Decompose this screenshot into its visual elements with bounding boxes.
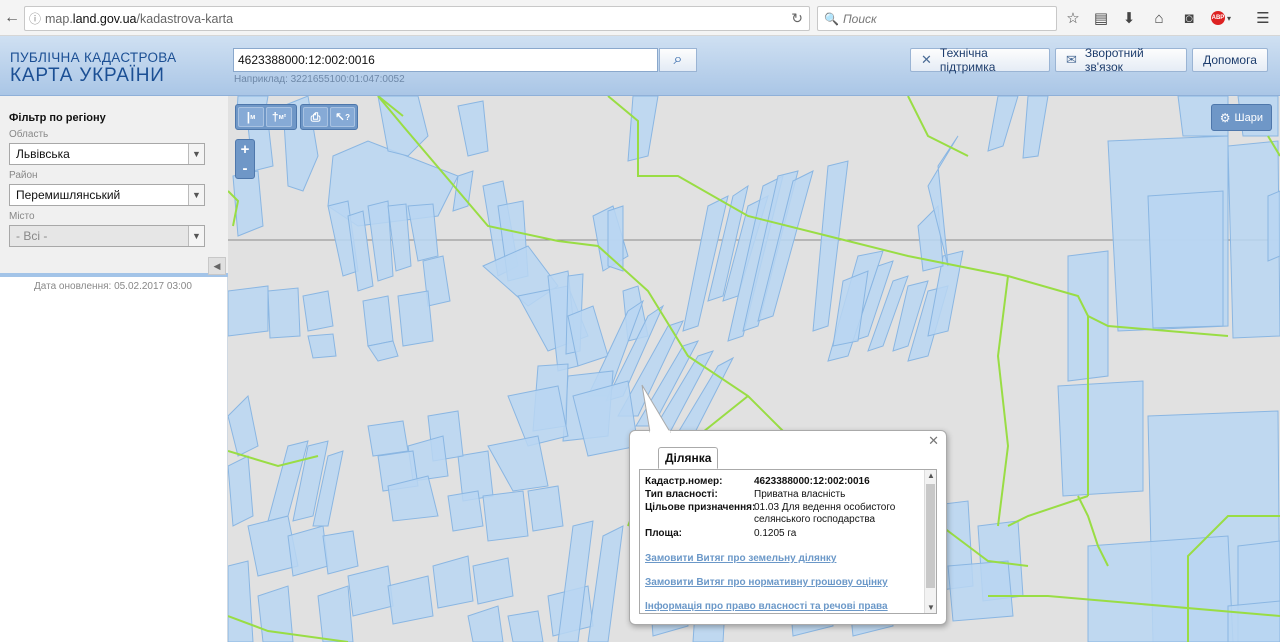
search-button[interactable]: ⌕ (659, 48, 697, 72)
search-icon: 🔍 (824, 11, 839, 26)
url-text: map.land.gov.ua/kadastrova-karta (45, 11, 234, 26)
parcel-polygon[interactable] (1087, 535, 1234, 642)
parcel-polygon[interactable] (397, 290, 434, 347)
identify-icon[interactable]: ↖? (330, 107, 355, 127)
cadastral-number-value: 4623388000:12:002:0016 (754, 476, 870, 487)
tab-parcel[interactable]: Ділянка (658, 447, 719, 469)
bookmark-star-icon[interactable]: ☆ (1062, 7, 1084, 29)
adblock-icon[interactable]: ABP ▾ (1210, 7, 1232, 29)
chevron-down-icon: ▼ (188, 185, 204, 205)
parcel-popup: ✕ Ділянка Кадастр.номер: 4623388000:12:0… (629, 384, 947, 625)
parcel-polygon[interactable] (302, 290, 334, 332)
pocket-icon[interactable]: ◙ (1178, 7, 1200, 29)
cadastral-number-label: Кадастр.номер: (645, 476, 723, 487)
purpose-label: Цільове призначення: (645, 502, 756, 513)
rayon-select[interactable]: Перемишлянський ▼ (9, 184, 205, 206)
info-icon[interactable]: ⓘ (25, 10, 45, 27)
area-value: 0.1205 га (754, 528, 797, 539)
parcel-polygon[interactable] (1057, 380, 1144, 497)
oblast-select[interactable]: Львівська ▼ (9, 143, 205, 165)
parcel-polygon[interactable] (507, 610, 544, 642)
logo-line1: ПУБЛІЧНА КАДАСТРОВА (10, 50, 177, 65)
parcel-polygon[interactable] (362, 295, 394, 347)
oblast-label: Область (9, 129, 49, 140)
print-icon[interactable]: ⎙ (303, 107, 328, 127)
measure-area-icon[interactable]: † м² (266, 107, 292, 127)
zoom-control: + - (235, 139, 255, 179)
update-date: Дата оновлення: 05.02.2017 03:00 (34, 281, 192, 292)
parcel-polygon[interactable] (1147, 190, 1224, 329)
site-header: ПУБЛІЧНА КАДАСТРОВА КАРТА УКРАЇНИ ⌕ Напр… (0, 36, 1280, 96)
cadastral-search-input[interactable] (233, 48, 658, 72)
download-icon[interactable]: ⬇ (1118, 7, 1140, 29)
ownership-info-link[interactable]: Інформація про право власності та речові… (645, 601, 888, 612)
parcel-polygon[interactable] (1267, 190, 1280, 262)
zoom-out-button[interactable]: - (236, 159, 254, 178)
reload-icon[interactable]: ↻ (791, 10, 803, 27)
logo-line2: КАРТА УКРАЇНИ (10, 65, 165, 86)
browser-search-input[interactable]: 🔍 Поиск (817, 6, 1057, 31)
reading-list-icon[interactable]: ▤ (1090, 7, 1112, 29)
parcel-polygon[interactable] (267, 287, 301, 339)
tools-toolbar: ⎙ ↖? (300, 104, 358, 130)
tools-icon: ✕ (921, 52, 932, 67)
parcel-polygon[interactable] (1227, 600, 1280, 642)
sidebar: Фільтр по регіону Область Львівська ▼ Рай… (0, 96, 228, 642)
misto-select[interactable]: - Всі - ▼ (9, 225, 205, 247)
order-valuation-link[interactable]: Замовити Витяг про нормативну грошову оц… (645, 577, 888, 588)
purpose-value: 01.03 Для ведення особистого селянського… (754, 502, 896, 525)
filter-title: Фільтр по регіону (9, 112, 106, 124)
parcel-polygon[interactable] (447, 490, 484, 532)
zoom-in-button[interactable]: + (236, 140, 254, 159)
chevron-down-icon: ▼ (188, 144, 204, 164)
address-bar[interactable]: ⓘ map.land.gov.ua/kadastrova-karta ↻ (24, 6, 810, 31)
measure-distance-icon[interactable]: | м (238, 107, 264, 127)
ownership-value: Приватна власність (754, 489, 846, 500)
parcel-polygon[interactable] (228, 285, 269, 337)
parcel-polygon[interactable] (432, 555, 474, 609)
parcel-polygon[interactable] (307, 333, 337, 359)
order-extract-link[interactable]: Замовити Витяг про земельну ділянку (645, 553, 836, 564)
parcel-polygon[interactable] (947, 560, 1014, 622)
region-filter: Фільтр по регіону Область Львівська ▼ Рай… (0, 96, 228, 277)
support-button[interactable]: ✕ Технічна підтримка (910, 46, 1050, 74)
rayon-label: Район (9, 170, 38, 181)
envelope-icon: ✉ (1066, 52, 1077, 67)
layers-button[interactable]: ⚙ Шари (1210, 104, 1272, 131)
close-icon[interactable]: ✕ (928, 433, 939, 449)
chevron-down-icon: ▼ (188, 226, 204, 246)
popup-body: Кадастр.номер: 4623388000:12:002:0016 Ти… (639, 469, 937, 614)
misto-label: Місто (9, 211, 35, 222)
search-example: Наприклад: 3221655100:01:047:0052 (234, 74, 405, 85)
back-icon[interactable]: ← (0, 6, 24, 30)
popup-pointer (641, 384, 671, 434)
parcel-polygon[interactable] (228, 560, 254, 642)
parcel-polygon[interactable] (322, 530, 359, 575)
measure-toolbar: | м † м² (235, 104, 297, 130)
popup-scrollbar[interactable]: ▲ ▼ (924, 470, 936, 613)
browser-toolbar: ← ⓘ map.land.gov.ua/kadastrova-karta ↻ 🔍… (0, 0, 1280, 36)
area-label: Площа: (645, 528, 682, 539)
help-button[interactable]: Допомога (1192, 48, 1268, 72)
gear-icon: ⚙ (1219, 110, 1231, 125)
map-canvas[interactable]: | м † м² ⎙ ↖? + - ⚙ Шари ✕ Ділянка Кадастр.… (228, 96, 1280, 642)
collapse-sidebar-button[interactable]: ◀ (208, 257, 226, 275)
ownership-label: Тип власності: (645, 489, 718, 500)
home-icon[interactable]: ⌂ (1148, 7, 1170, 29)
feedback-button[interactable]: ✉ Зворотний зв'язок (1055, 46, 1187, 74)
parcel-polygon[interactable] (482, 490, 529, 542)
parcel-polygon[interactable] (367, 420, 409, 457)
parcel-polygon[interactable] (228, 455, 254, 527)
search-icon: ⌕ (673, 51, 683, 68)
parcel-polygon[interactable] (317, 585, 354, 642)
menu-icon[interactable]: ☰ (1252, 7, 1274, 29)
parcel-polygon[interactable] (472, 557, 514, 605)
parcel-polygon[interactable] (527, 485, 564, 532)
